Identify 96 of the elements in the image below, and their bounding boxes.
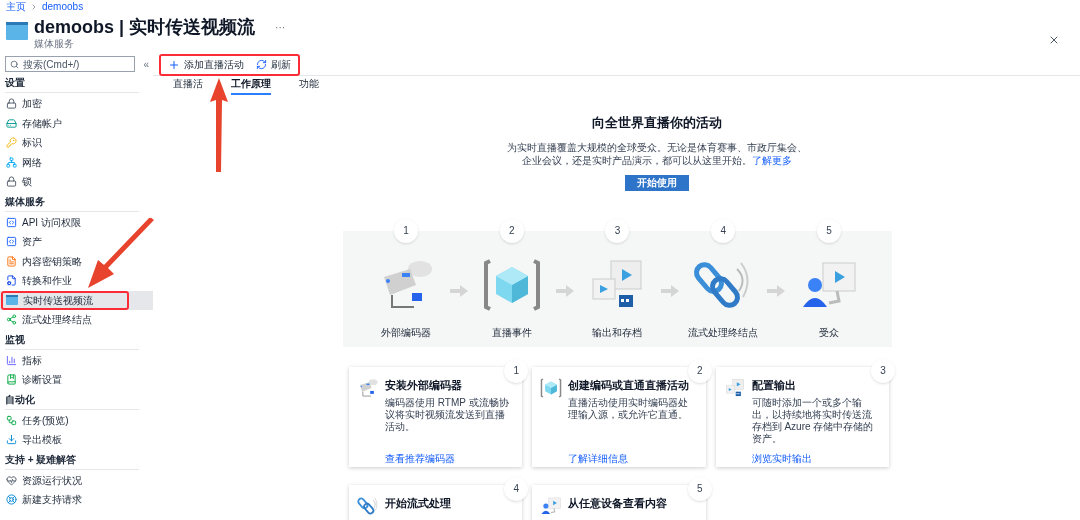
card-link[interactable]: 浏览实时输出 xyxy=(751,451,812,466)
step-number: 5 xyxy=(687,476,712,501)
step-number: 2 xyxy=(499,218,524,243)
tab[interactable]: 功能 xyxy=(299,76,319,95)
breadcrumb-link[interactable]: demoobs xyxy=(42,0,84,14)
sidebar-item[interactable]: 新建支持请求 xyxy=(0,490,85,510)
sidebar-item[interactable]: 资产 xyxy=(0,232,45,252)
sidebar-item[interactable]: 网络 xyxy=(0,152,45,172)
annotation-arrow xyxy=(86,218,156,290)
card-title: 配置输出 xyxy=(751,377,797,393)
sidebar-item[interactable]: 加密 xyxy=(0,94,45,114)
code-icon xyxy=(6,236,17,248)
chevron-right-icon xyxy=(30,2,38,11)
refresh-button[interactable]: 刷新 xyxy=(256,57,291,72)
breadcrumb-link[interactable]: 主页 xyxy=(6,0,26,14)
section-heading: 自动化 xyxy=(5,392,139,410)
sidebar-item[interactable]: 指标 xyxy=(0,350,45,370)
step-number: 4 xyxy=(504,476,529,501)
step-label: 外部编码器 xyxy=(380,325,431,340)
step-number: 3 xyxy=(871,358,895,383)
cube-drawing xyxy=(540,376,563,399)
more-button[interactable]: ··· xyxy=(275,19,286,35)
arrow-icon xyxy=(555,284,574,297)
get-started-button[interactable]: 开始使用 xyxy=(624,174,689,191)
hero-title: 向全世界直播你的活动 xyxy=(591,114,722,132)
sidebar-item[interactable]: 内容密钥策略 xyxy=(0,251,85,271)
step-label: 输出和存档 xyxy=(592,325,643,340)
tab[interactable]: 直播活 xyxy=(173,76,203,95)
section-heading: 监视 xyxy=(5,332,139,350)
sidebar-item[interactable]: 转换和作业 xyxy=(0,271,75,291)
sidebar-item[interactable]: 流式处理终结点 xyxy=(0,310,95,330)
card-title: 从任意设备查看内容 xyxy=(568,495,669,511)
plus-icon xyxy=(168,58,180,71)
close-icon[interactable] xyxy=(1048,34,1060,46)
code-icon xyxy=(6,216,17,228)
lifebuoy-icon xyxy=(6,494,17,506)
step-number: 1 xyxy=(504,358,529,383)
page-subtitle: 媒体服务 xyxy=(34,38,75,50)
search-icon xyxy=(10,59,19,69)
share-icon xyxy=(6,314,17,326)
section-heading: 设置 xyxy=(5,76,139,93)
sidebar-item[interactable]: 导出模板 xyxy=(0,430,65,450)
network-icon xyxy=(6,156,17,168)
sidebar-item[interactable]: 资源运行状况 xyxy=(0,470,85,490)
step-number: 1 xyxy=(393,218,418,243)
chain-link-drawing xyxy=(357,494,379,517)
workflow-icon xyxy=(6,414,17,426)
gear-document-icon xyxy=(6,275,17,287)
book-icon xyxy=(6,374,17,386)
search-placeholder: 搜索(Cmd+/) xyxy=(23,57,80,72)
lock-icon xyxy=(6,176,17,188)
card-title: 开始流式处理 xyxy=(385,495,452,511)
step-number: 5 xyxy=(816,218,841,243)
sidebar-item[interactable]: 存储帐户 xyxy=(0,113,65,133)
card-link[interactable]: 查看推荐编码器 xyxy=(385,451,455,466)
card-description: 直播活动使用实时编码器处理输入源，或允许它直通。 xyxy=(568,397,690,422)
encoder-drawing xyxy=(357,376,379,399)
section-heading: 媒体服务 xyxy=(5,194,139,212)
step-label: 直播事件 xyxy=(491,325,532,340)
screen-icon xyxy=(6,22,28,40)
add-button[interactable]: 添加直播活动 xyxy=(168,57,244,72)
arrow-icon xyxy=(767,284,786,297)
page-title: demoobs | 实时传送视频流 xyxy=(34,16,256,38)
sidebar-item[interactable]: 锁 xyxy=(0,172,35,192)
document-icon xyxy=(6,255,17,267)
lock-icon xyxy=(6,98,17,110)
arrow-icon xyxy=(661,284,680,297)
step-number: 2 xyxy=(687,358,712,383)
learn-more-link[interactable]: 了解更多 xyxy=(751,154,792,166)
collapse-button[interactable]: « xyxy=(143,56,149,72)
step-label: 流式处理终结点 xyxy=(688,325,759,340)
person-monitor-drawing xyxy=(540,494,563,517)
sidebar-item[interactable]: 任务(预览) xyxy=(0,410,72,430)
card-description: 编码器使用 RTMP 或流畅协议将实时视频流发送到直播活动。 xyxy=(385,397,510,434)
hero-description: 为实时直播覆盖大规模的全球受众。无论是体育赛事、市政厅集会、企业会议，还是实时产品演示，都可以从这里开始。了解更多 xyxy=(506,140,807,167)
card-title: 安装外部编码器 xyxy=(385,377,463,393)
screens-drawing xyxy=(723,376,746,399)
arrow-icon xyxy=(449,284,468,297)
bar-chart-icon xyxy=(6,354,17,366)
card-description: 可随时添加一个或多个输出，以持续地将实时传送流存档到 Azure 存储中存储的资产。 xyxy=(751,397,875,445)
tab[interactable]: 工作原理 xyxy=(231,76,271,95)
sidebar-item[interactable]: 诊断设置 xyxy=(0,370,65,390)
step-number: 3 xyxy=(605,218,630,243)
sidebar-item[interactable]: 标识 xyxy=(0,133,45,153)
download-icon xyxy=(6,434,17,446)
refresh-icon xyxy=(256,59,267,70)
screen-icon xyxy=(6,295,18,306)
key-icon xyxy=(6,137,17,149)
sidebar-item[interactable]: API 访问权限 xyxy=(0,212,84,232)
search-field[interactable]: 搜索(Cmd+/) xyxy=(5,56,136,72)
heart-pulse-icon xyxy=(6,474,17,486)
step-number: 4 xyxy=(711,218,736,243)
card-link[interactable]: 了解详细信息 xyxy=(568,451,629,466)
step-label: 受众 xyxy=(818,325,839,340)
section-heading: 支持 + 疑难解答 xyxy=(5,452,139,470)
storage-icon xyxy=(6,117,17,129)
